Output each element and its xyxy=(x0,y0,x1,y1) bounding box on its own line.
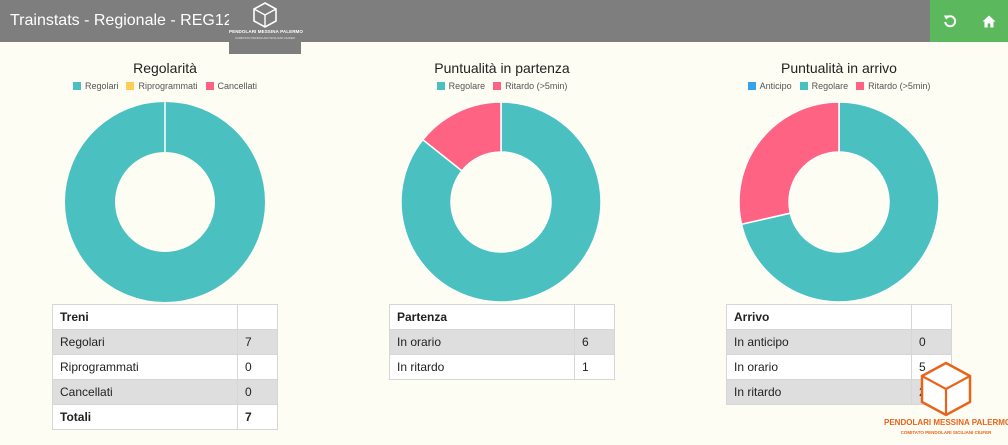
table-row: In anticipo 0 xyxy=(726,329,952,355)
row-value: 0 xyxy=(237,354,278,380)
table-header-value xyxy=(911,304,952,330)
legend-item[interactable]: Riprogrammati xyxy=(126,78,198,94)
legend-label: Cancellati xyxy=(217,81,258,91)
chart-title: Puntualità in partenza xyxy=(434,60,570,76)
partenza-table: Partenza In orario 6 In ritardo 1 xyxy=(389,304,615,380)
table-row: Regolari 7 xyxy=(52,329,278,355)
legend-item[interactable]: Regolari xyxy=(72,78,119,94)
row-value: 0 xyxy=(237,379,278,405)
chart-partenza: Puntualità in partenza Regolare Ritardo … xyxy=(334,58,670,94)
home-button[interactable] xyxy=(969,0,1008,42)
legend-swatch xyxy=(436,82,445,90)
header-logo[interactable]: PENDOLARI MESSINA PALERMO COMITATO PENDO… xyxy=(229,0,304,54)
cube-logo-icon xyxy=(920,361,972,417)
refresh-button[interactable] xyxy=(930,0,969,42)
legend-swatch xyxy=(799,82,808,90)
legend-item[interactable]: Cancellati xyxy=(205,78,258,94)
header-logo-subtext: COMITATO PENDOLARI SICILIANI CIUFER xyxy=(235,36,295,40)
table-header: Arrivo xyxy=(726,304,912,330)
home-icon xyxy=(982,15,995,27)
row-value: 6 xyxy=(574,329,615,355)
legend-swatch xyxy=(493,82,502,90)
chart-legend: Regolare Ritardo (>5min) xyxy=(334,78,670,94)
legend-swatch xyxy=(72,82,81,90)
legend-item[interactable]: Ritardo (>5min) xyxy=(856,78,930,94)
total-label: Totali xyxy=(52,404,238,430)
table-header-value xyxy=(237,304,278,330)
table-header-row: Arrivo xyxy=(726,304,952,330)
row-value: 1 xyxy=(574,354,615,380)
total-value: 7 xyxy=(237,404,278,430)
footer-logo-subtext: COMITATO PENDOLARI SICILIANI CIUFER xyxy=(900,430,992,435)
table-header-row: Partenza xyxy=(389,304,615,330)
table-header-value xyxy=(574,304,615,330)
legend-label: Regolare xyxy=(448,81,486,91)
legend-label: Regolari xyxy=(84,81,119,91)
table-row: In ritardo 1 xyxy=(389,354,615,380)
chart-title: Puntualità in arrivo xyxy=(781,60,897,76)
legend-swatch xyxy=(747,82,756,90)
row-label: In orario xyxy=(389,329,575,355)
chart-legend: Anticipo Regolare Ritardo (>5min) xyxy=(671,78,1007,94)
table-row: In orario 6 xyxy=(389,329,615,355)
donut-chart-arrivo xyxy=(739,102,939,302)
legend-label: Regolare xyxy=(811,81,849,91)
row-label: In anticipo xyxy=(726,329,912,355)
legend-item[interactable]: Regolare xyxy=(436,78,486,94)
chart-arrivo: Puntualità in arrivo Anticipo Regolare R… xyxy=(671,58,1007,94)
table-total-row: Totali 7 xyxy=(52,404,278,430)
legend-label: Ritardo (>5min) xyxy=(868,81,931,91)
footer-logo: PENDOLARI MESSINA PALERMO COMITATO PENDO… xyxy=(884,359,1008,439)
app-title: Trainstats - Regionale - REG12852 xyxy=(10,12,260,29)
row-label: Cancellati xyxy=(52,379,238,405)
table-header: Partenza xyxy=(389,304,575,330)
legend-item[interactable]: Anticipo xyxy=(747,78,792,94)
chart-title: Regolarità xyxy=(133,60,197,76)
legend-label: Anticipo xyxy=(759,81,792,91)
row-value: 7 xyxy=(237,329,278,355)
legend-swatch xyxy=(856,82,865,90)
table-header-row: Treni xyxy=(52,304,278,330)
legend-item[interactable]: Regolare xyxy=(799,78,849,94)
footer-logo-text: PENDOLARI MESSINA PALERMO xyxy=(884,418,1008,427)
legend-label: Ritardo (>5min) xyxy=(505,81,568,91)
legend-label: Riprogrammati xyxy=(138,81,198,91)
table-row: Cancellati 0 xyxy=(52,379,278,405)
donut-chart-partenza xyxy=(401,102,601,302)
donut-slice[interactable] xyxy=(739,102,840,226)
donut-chart-regolarita xyxy=(65,102,265,302)
header-logo-text: PENDOLARI MESSINA PALERMO xyxy=(229,29,304,34)
legend-item[interactable]: Ritardo (>5min) xyxy=(493,78,567,94)
row-label: In ritardo xyxy=(389,354,575,380)
chart-legend: Regolari Riprogrammati Cancellati xyxy=(0,78,333,94)
row-value: 0 xyxy=(911,329,952,355)
row-label: Regolari xyxy=(52,329,238,355)
chart-regolarita: Regolarità Regolari Riprogrammati Cancel… xyxy=(0,58,333,94)
legend-swatch xyxy=(126,82,135,90)
row-label: Riprogrammati xyxy=(52,354,238,380)
legend-swatch xyxy=(205,82,214,90)
cube-logo-icon xyxy=(253,2,277,28)
refresh-icon xyxy=(943,15,956,28)
treni-table: Treni Regolari 7 Riprogrammati 0 Cancell… xyxy=(52,304,278,430)
table-header: Treni xyxy=(52,304,238,330)
top-bar: Trainstats - Regionale - REG12852 xyxy=(0,0,1008,42)
table-row: Riprogrammati 0 xyxy=(52,354,278,380)
